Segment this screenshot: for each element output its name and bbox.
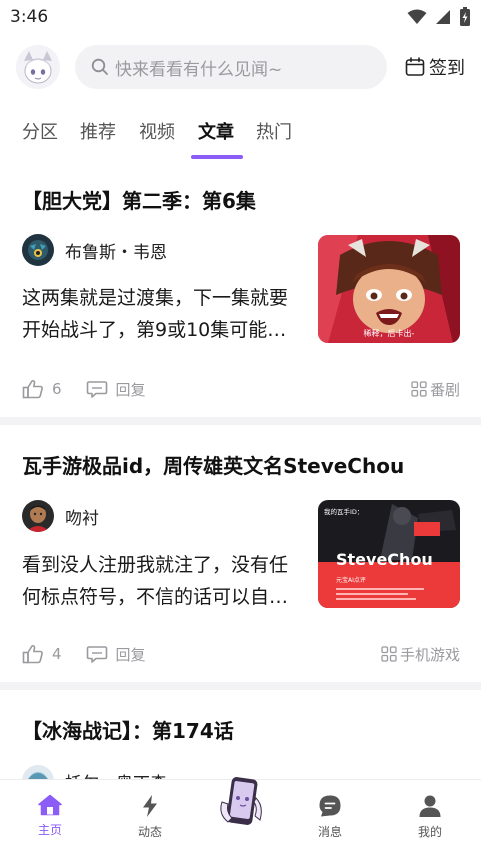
category-tag-label: 手机游戏 (399, 645, 460, 664)
divider (0, 682, 481, 690)
status-time: 3:46 (10, 7, 49, 27)
search-placeholder: 快来看看有什么见闻~ (115, 59, 283, 80)
tab-remen[interactable]: 热门 (256, 118, 292, 144)
like-icon[interactable] (22, 644, 44, 664)
grid-icon (411, 381, 427, 397)
like-icon[interactable] (22, 379, 44, 399)
like-count: 4 (52, 645, 62, 663)
calendar-icon (405, 57, 425, 76)
nav-profile-label: 我的 (417, 825, 442, 839)
tab-wenzhang[interactable]: 文章 (198, 118, 234, 144)
divider (0, 417, 481, 425)
post-title[interactable]: 【冰海战记】：第174话 (22, 715, 234, 744)
post-thumbnail[interactable]: 我的瓦手ID： SteveChou 元宝AI点评 (318, 500, 460, 608)
avatar[interactable] (22, 500, 54, 532)
active-tab-indicator (191, 155, 243, 159)
lightning-icon (143, 795, 157, 817)
signal-icon (436, 10, 450, 24)
post-meta: 6 回复 番剧 (22, 377, 460, 401)
profile-icon (419, 795, 441, 817)
tab-fenqu[interactable]: 分区 (22, 118, 58, 144)
post-author[interactable]: 布鲁斯・韦恩 (22, 234, 167, 266)
avatar[interactable] (22, 234, 54, 266)
tab-tuijian[interactable]: 推荐 (80, 118, 116, 144)
reply-label[interactable]: 回复 (116, 644, 146, 665)
category-tabs: 分区 推荐 视频 文章 热门 (0, 112, 481, 162)
search-icon (91, 58, 108, 75)
status-icons (407, 7, 471, 27)
checkin-label: 签到 (429, 58, 465, 79)
post-card[interactable]: 【胆大党】第二季：第6集 布鲁斯・韦恩 这两集就是过渡集，下一集就要开始战斗了，… (0, 165, 481, 417)
search-bar[interactable]: 快来看看有什么见闻~ (75, 45, 387, 89)
post-meta: 4 回复 手机游戏 (22, 642, 460, 666)
thumbnail-subtext: 元宝AI点评 (336, 576, 366, 584)
category-tag[interactable]: 手机游戏 (381, 644, 460, 665)
tab-shipin[interactable]: 视频 (139, 118, 175, 144)
reply-icon[interactable] (86, 644, 108, 664)
top-bar: 快来看看有什么见闻~ 签到 (0, 42, 481, 94)
post-author[interactable]: 托尔・奥丁森 (22, 765, 167, 779)
author-name: 吻衬 (65, 508, 99, 529)
post-card[interactable]: 【冰海战记】：第174话 托尔・奥丁森 (0, 690, 481, 779)
post-excerpt[interactable]: 看到没人注册我就注了，没有任何标点符号，不信的话可以自己去搜一下看看。 (22, 549, 304, 613)
post-title[interactable]: 【胆大党】第二季：第6集 (22, 185, 256, 214)
author-name: 布鲁斯・韦恩 (65, 242, 167, 263)
post-title[interactable]: 瓦手游极品id，周传雄英文名SteveChou (22, 450, 404, 479)
checkin-button[interactable]: 签到 (405, 54, 465, 80)
nav-home[interactable]: 主页 (20, 794, 80, 838)
status-bar: 3:46 (0, 0, 481, 34)
post-thumbnail[interactable]: 稀释，后卡出- (318, 235, 460, 343)
nav-home-label: 主页 (37, 823, 62, 837)
thumbnail-top-text: 我的瓦手ID： (324, 507, 363, 516)
phone-mascot-icon (220, 777, 262, 825)
user-avatar[interactable] (16, 45, 60, 89)
nav-feed[interactable]: 动态 (120, 794, 180, 840)
reply-icon[interactable] (86, 379, 108, 399)
post-card[interactable]: 瓦手游极品id，周传雄英文名SteveChou 吻衬 看到没人注册我就注了，没有… (0, 425, 481, 681)
thumbnail-heading: SteveChou (336, 550, 433, 569)
bottom-navigation: 主页 动态 消息 我的 (0, 777, 481, 856)
author-name: 托尔・奥丁森 (65, 769, 167, 780)
nav-messages-label: 消息 (317, 825, 342, 839)
category-tag[interactable]: 番剧 (411, 379, 460, 400)
center-action-button[interactable] (216, 772, 266, 832)
grid-icon (381, 646, 397, 662)
reply-label[interactable]: 回复 (116, 379, 146, 400)
message-icon (319, 795, 341, 817)
wifi-icon (407, 9, 427, 24)
category-tag-label: 番剧 (429, 380, 460, 399)
battery-icon (460, 7, 470, 26)
nav-messages[interactable]: 消息 (300, 794, 360, 840)
nav-profile[interactable]: 我的 (400, 794, 460, 840)
home-icon (38, 794, 62, 816)
like-count: 6 (52, 380, 62, 398)
thumbnail-caption: 稀释，后卡出- (364, 328, 415, 338)
nav-feed-label: 动态 (137, 825, 162, 839)
avatar[interactable] (22, 765, 54, 779)
post-excerpt[interactable]: 这两集就是过渡集，下一集就要开始战斗了，第9或10集可能会有大战。 (22, 282, 304, 346)
post-author[interactable]: 吻衬 (22, 500, 99, 532)
